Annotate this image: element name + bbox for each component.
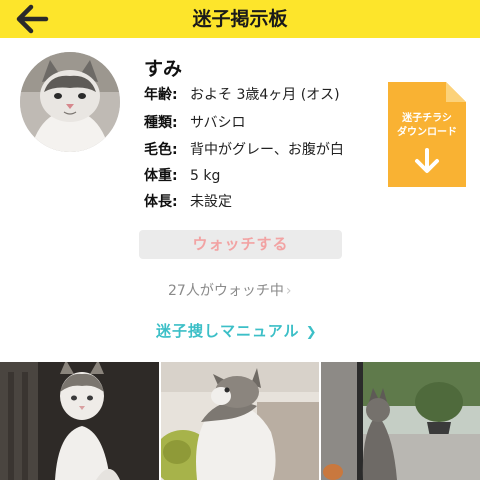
header-bar: 迷子掲示板: [0, 0, 480, 38]
info-row-age: 年齢: およそ 3歳4ヶ月 (オス): [144, 84, 340, 106]
color-value: 背中がグレー、お腹が白: [190, 142, 344, 158]
flyer-download-button[interactable]: 迷子チラシ ダウンロード: [388, 82, 466, 187]
breed-label: 種類:: [144, 115, 178, 131]
info-row-breed: 種類: サバシロ: [144, 112, 245, 134]
info-row-color: 毛色: 背中がグレー、お腹が白: [144, 139, 344, 161]
cat-photo-3[interactable]: [321, 362, 480, 480]
length-value: 未設定: [190, 194, 232, 210]
breed-value: サバシロ: [190, 115, 246, 131]
cat-photo-2[interactable]: [161, 362, 319, 480]
watch-count-link[interactable]: 27人がウォッチ中 ›: [168, 280, 291, 300]
age-value: およそ 3歳4ヶ月 (オス): [190, 87, 340, 103]
age-label: 年齢:: [144, 87, 178, 103]
info-row-length: 体長: 未設定: [144, 191, 232, 213]
watch-button[interactable]: ウォッチする: [139, 230, 342, 259]
download-arrow-icon: [415, 148, 439, 173]
flyer-label-line2: ダウンロード: [397, 127, 457, 138]
page-title: 迷子掲示板: [192, 8, 288, 30]
color-label: 毛色:: [144, 142, 178, 158]
chevron-right-icon: ❯: [305, 325, 318, 340]
pet-name: すみ: [144, 58, 183, 80]
length-label: 体長:: [144, 194, 178, 210]
manual-link-label: 迷子捜しマニュアル: [156, 322, 300, 340]
pet-avatar: [20, 52, 120, 152]
chevron-right-icon: ›: [285, 283, 292, 299]
weight-label: 体重:: [144, 168, 178, 184]
flyer-label-line1: 迷子チラシ: [402, 113, 452, 124]
weight-value: 5 kg: [190, 168, 221, 184]
info-row-weight: 体重: 5 kg: [144, 165, 220, 187]
cat-photo-1[interactable]: [0, 362, 159, 480]
manual-link[interactable]: 迷子捜しマニュアル ❯: [156, 320, 318, 341]
watch-count-text: 27人がウォッチ中: [168, 283, 284, 299]
